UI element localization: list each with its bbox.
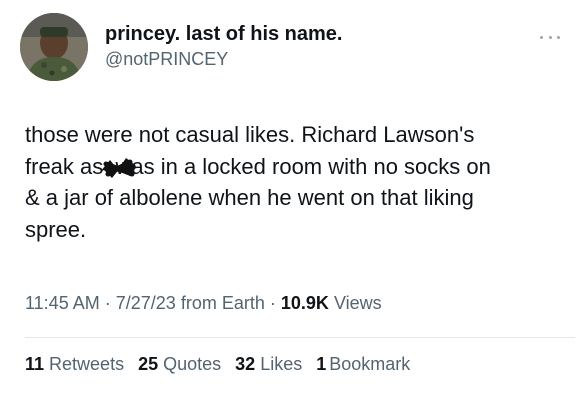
- dot: [548, 35, 552, 39]
- author-display-name[interactable]: princey. last of his name.: [105, 23, 342, 46]
- quotes-count: 25: [138, 354, 159, 374]
- tweet-time[interactable]: 11:45 AM: [25, 293, 100, 313]
- views-label: Views: [333, 293, 382, 313]
- likes-label: Likes: [260, 354, 303, 374]
- tweet-text: those were not casual likes. Richard Law…: [25, 122, 491, 242]
- meta-separator: ·: [269, 293, 276, 313]
- views-count: 10.9K: [280, 293, 329, 313]
- dot: [540, 35, 543, 39]
- retweets-count: 11: [25, 354, 45, 374]
- quotes-label: Quotes: [163, 354, 222, 374]
- divider: [25, 337, 575, 338]
- tweet-source: from Earth: [180, 293, 265, 313]
- tweet-card: princey. last of his name. @notPRINCEY t…: [0, 0, 587, 407]
- redaction-scribble: [100, 158, 136, 178]
- bookmarks-stat[interactable]: 1 Bookmark: [316, 354, 410, 375]
- likes-count: 32: [235, 354, 256, 374]
- meta-separator: ·: [104, 293, 111, 313]
- avatar[interactable]: [20, 13, 88, 81]
- engagement-stats: 11 Retweets 25 Quotes 32 Likes 1 Bookmark: [25, 354, 424, 375]
- bookmarks-count: 1: [316, 354, 327, 374]
- tweet-date[interactable]: 7/27/23: [116, 293, 176, 313]
- dot: [557, 35, 560, 39]
- retweets-stat[interactable]: 11 Retweets: [25, 354, 124, 375]
- tweet-meta: 11:45 AM · 7/27/23 from Earth · 10.9K Vi…: [25, 293, 382, 314]
- retweets-label: Retweets: [49, 354, 125, 374]
- quotes-stat[interactable]: 25 Quotes: [138, 354, 221, 375]
- author-handle[interactable]: @notPRINCEY: [105, 49, 228, 70]
- more-options-icon[interactable]: [540, 32, 560, 42]
- likes-stat[interactable]: 32 Likes: [235, 354, 302, 375]
- bookmarks-label: Bookmark: [329, 354, 411, 374]
